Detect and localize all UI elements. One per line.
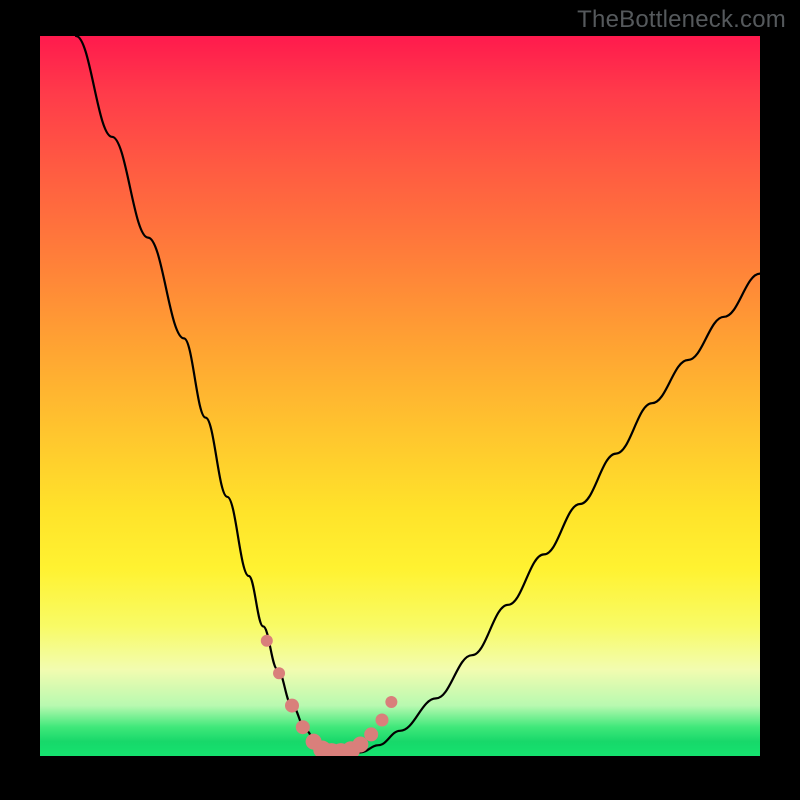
chart-frame: TheBottleneck.com <box>0 0 800 800</box>
highlight-point <box>261 635 273 647</box>
watermark-label: TheBottleneck.com <box>577 6 786 34</box>
bottleneck-curve-svg <box>40 36 760 756</box>
highlight-point <box>296 720 310 734</box>
highlight-markers <box>261 635 398 756</box>
highlight-point <box>273 667 285 679</box>
plot-area <box>40 36 760 756</box>
highlight-point <box>364 727 378 741</box>
highlight-point <box>385 696 397 708</box>
highlight-point <box>376 714 389 727</box>
highlight-point <box>285 699 299 713</box>
bottleneck-curve <box>76 36 760 755</box>
